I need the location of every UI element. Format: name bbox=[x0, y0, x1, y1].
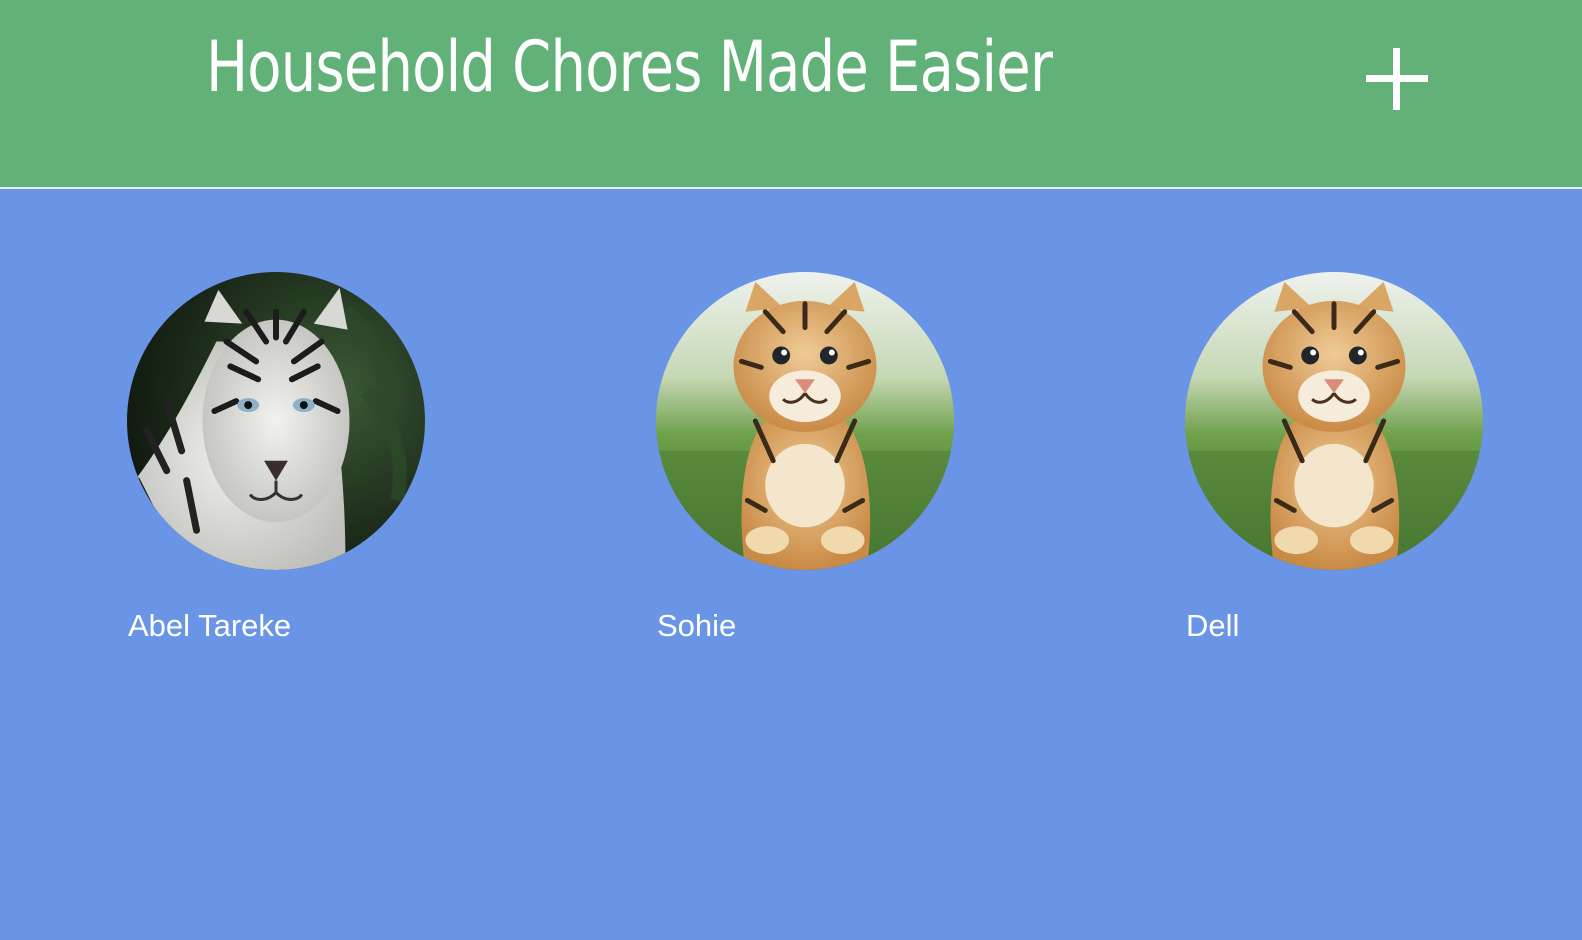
page-title: Household Chores Made Easier bbox=[206, 26, 1053, 108]
member-card[interactable]: Dell bbox=[1185, 272, 1485, 643]
member-name: Dell bbox=[1186, 608, 1240, 643]
member-name: Sohie bbox=[657, 608, 737, 643]
member-card[interactable]: Abel Tareke bbox=[127, 272, 427, 643]
avatar-tiger-cub bbox=[1185, 272, 1483, 570]
avatar-white-tiger bbox=[127, 272, 425, 570]
app-header: Household Chores Made Easier bbox=[0, 0, 1582, 189]
add-member-button[interactable] bbox=[1366, 48, 1428, 110]
member-name: Abel Tareke bbox=[128, 608, 292, 643]
member-card[interactable]: Sohie bbox=[656, 272, 956, 643]
avatar-tiger-cub bbox=[656, 272, 954, 570]
